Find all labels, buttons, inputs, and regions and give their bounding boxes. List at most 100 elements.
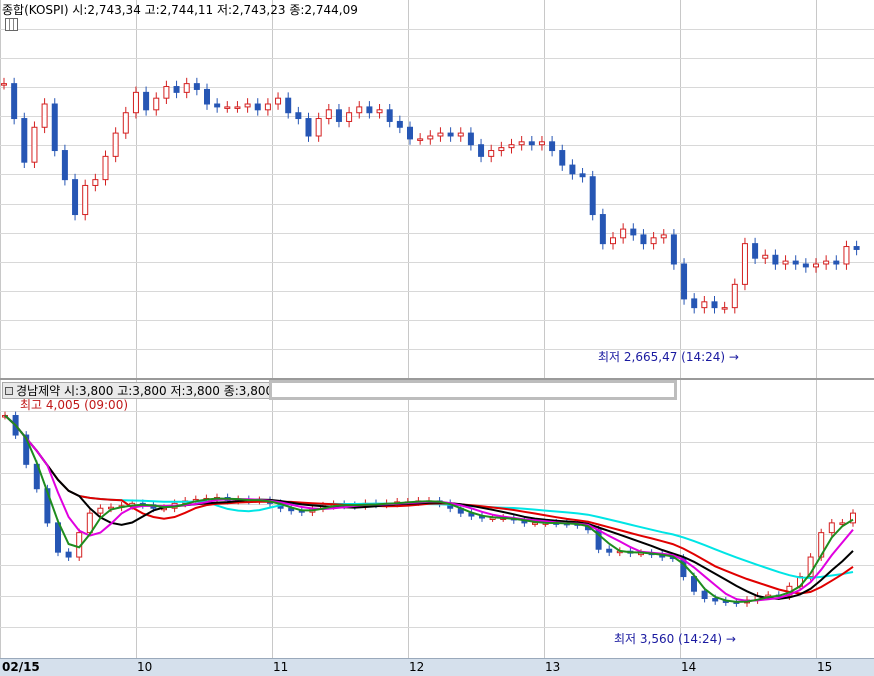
candle-body [193,83,200,90]
candle-body [599,214,606,245]
candle-body [366,106,373,114]
candle-body [731,283,738,309]
candle-body [244,103,251,108]
candle-body [295,112,302,120]
candle-body [843,246,850,265]
candle-body [325,109,332,120]
candle-body [234,106,241,109]
candle-body [762,254,769,259]
candle-body [97,507,104,514]
candle-body [407,126,413,140]
candle-body [569,164,576,175]
candle-body [691,298,698,309]
candle-body [782,260,789,265]
candle-body [51,103,58,152]
candle-body [853,246,860,250]
candle-body [579,173,586,178]
candle-body [285,97,292,114]
panel-toggle-icon[interactable] [5,386,13,395]
candle-body [21,118,28,163]
candle-body [549,141,556,152]
candle-body [813,263,819,268]
kospi-ohlc-info: 종합(KOSPI) 시:2,743,34 고:2,744,11 저:2,743,… [2,3,358,17]
candle-body [86,512,93,534]
candle-body [214,103,221,108]
candle-body [386,109,393,122]
candle-body [132,91,139,114]
candle-body [204,88,210,105]
candle-body [275,97,282,105]
moving-average-line [4,414,854,579]
candle-body [41,103,48,128]
candle-body [264,103,271,111]
candle-body [741,243,748,285]
candle-body [650,237,657,245]
x-tick: 13 [545,660,561,674]
candle-body [532,522,538,525]
grid-table-icon[interactable] [5,18,18,31]
candle-body [711,301,718,309]
x-tick: 02/15 [2,660,40,674]
candle-body [478,144,485,157]
candle-body [173,86,180,93]
stock-chart-panel[interactable] [0,380,874,658]
candle-body [620,228,627,239]
kospi-low-label: 최저 2,665,47 (14:24) [598,350,726,364]
candle-body [721,307,728,310]
candle-body [752,243,759,259]
candle-body [828,522,835,534]
candle-body [31,126,38,163]
candle-body [802,263,809,268]
stock-high-annotation: 최고 4,005 (09:00) [20,396,128,413]
candle-body [346,112,353,122]
candle-body [606,548,613,553]
kospi-candlestick-chart[interactable] [0,0,874,378]
candle-body [183,83,190,93]
candle-body [65,551,72,558]
moving-average-line [4,414,854,602]
candle-body [660,234,667,239]
candle-body [488,150,495,157]
candle-body [305,118,312,137]
candle-body [417,138,424,141]
candle-body [396,120,403,128]
stock-candlestick-chart[interactable] [0,380,874,658]
x-axis: 02/15 10 11 12 13 14 15 [0,658,874,676]
candle-body [518,141,525,146]
kospi-low-annotation: 최저 2,665,47 (14:24) → [598,348,739,365]
arrow-right-icon: → [725,632,736,646]
candle-body [833,260,840,265]
candle-body [457,132,464,137]
candle-body [701,590,708,600]
x-tick: 15 [817,660,833,674]
candle-body [315,118,322,137]
candle-body [670,234,677,265]
candle-body [92,179,99,186]
x-tick: 12 [409,660,425,674]
candle-body [102,155,109,181]
candle-body [224,106,231,109]
candle-body [163,86,170,99]
candle-body [376,109,383,114]
candle-body [701,301,708,309]
kospi-chart-panel[interactable] [0,0,874,378]
candle-body [792,260,799,265]
x-tick: 14 [681,660,697,674]
candle-body [681,263,688,300]
candle-body [498,147,505,152]
candle-body [437,132,444,137]
candle-body [11,83,18,120]
candle-body [112,132,119,157]
candle-body [1,83,7,86]
legend-box[interactable] [269,380,677,400]
candle-body [712,598,719,602]
x-tick: 11 [273,660,289,674]
candle-body [427,135,434,140]
candle-body [508,144,515,149]
candle-body [630,228,637,236]
candle-body [61,150,68,181]
candle-body [254,103,261,111]
candle-body [559,150,566,166]
candle-body [538,141,545,146]
candle-body [610,237,616,245]
